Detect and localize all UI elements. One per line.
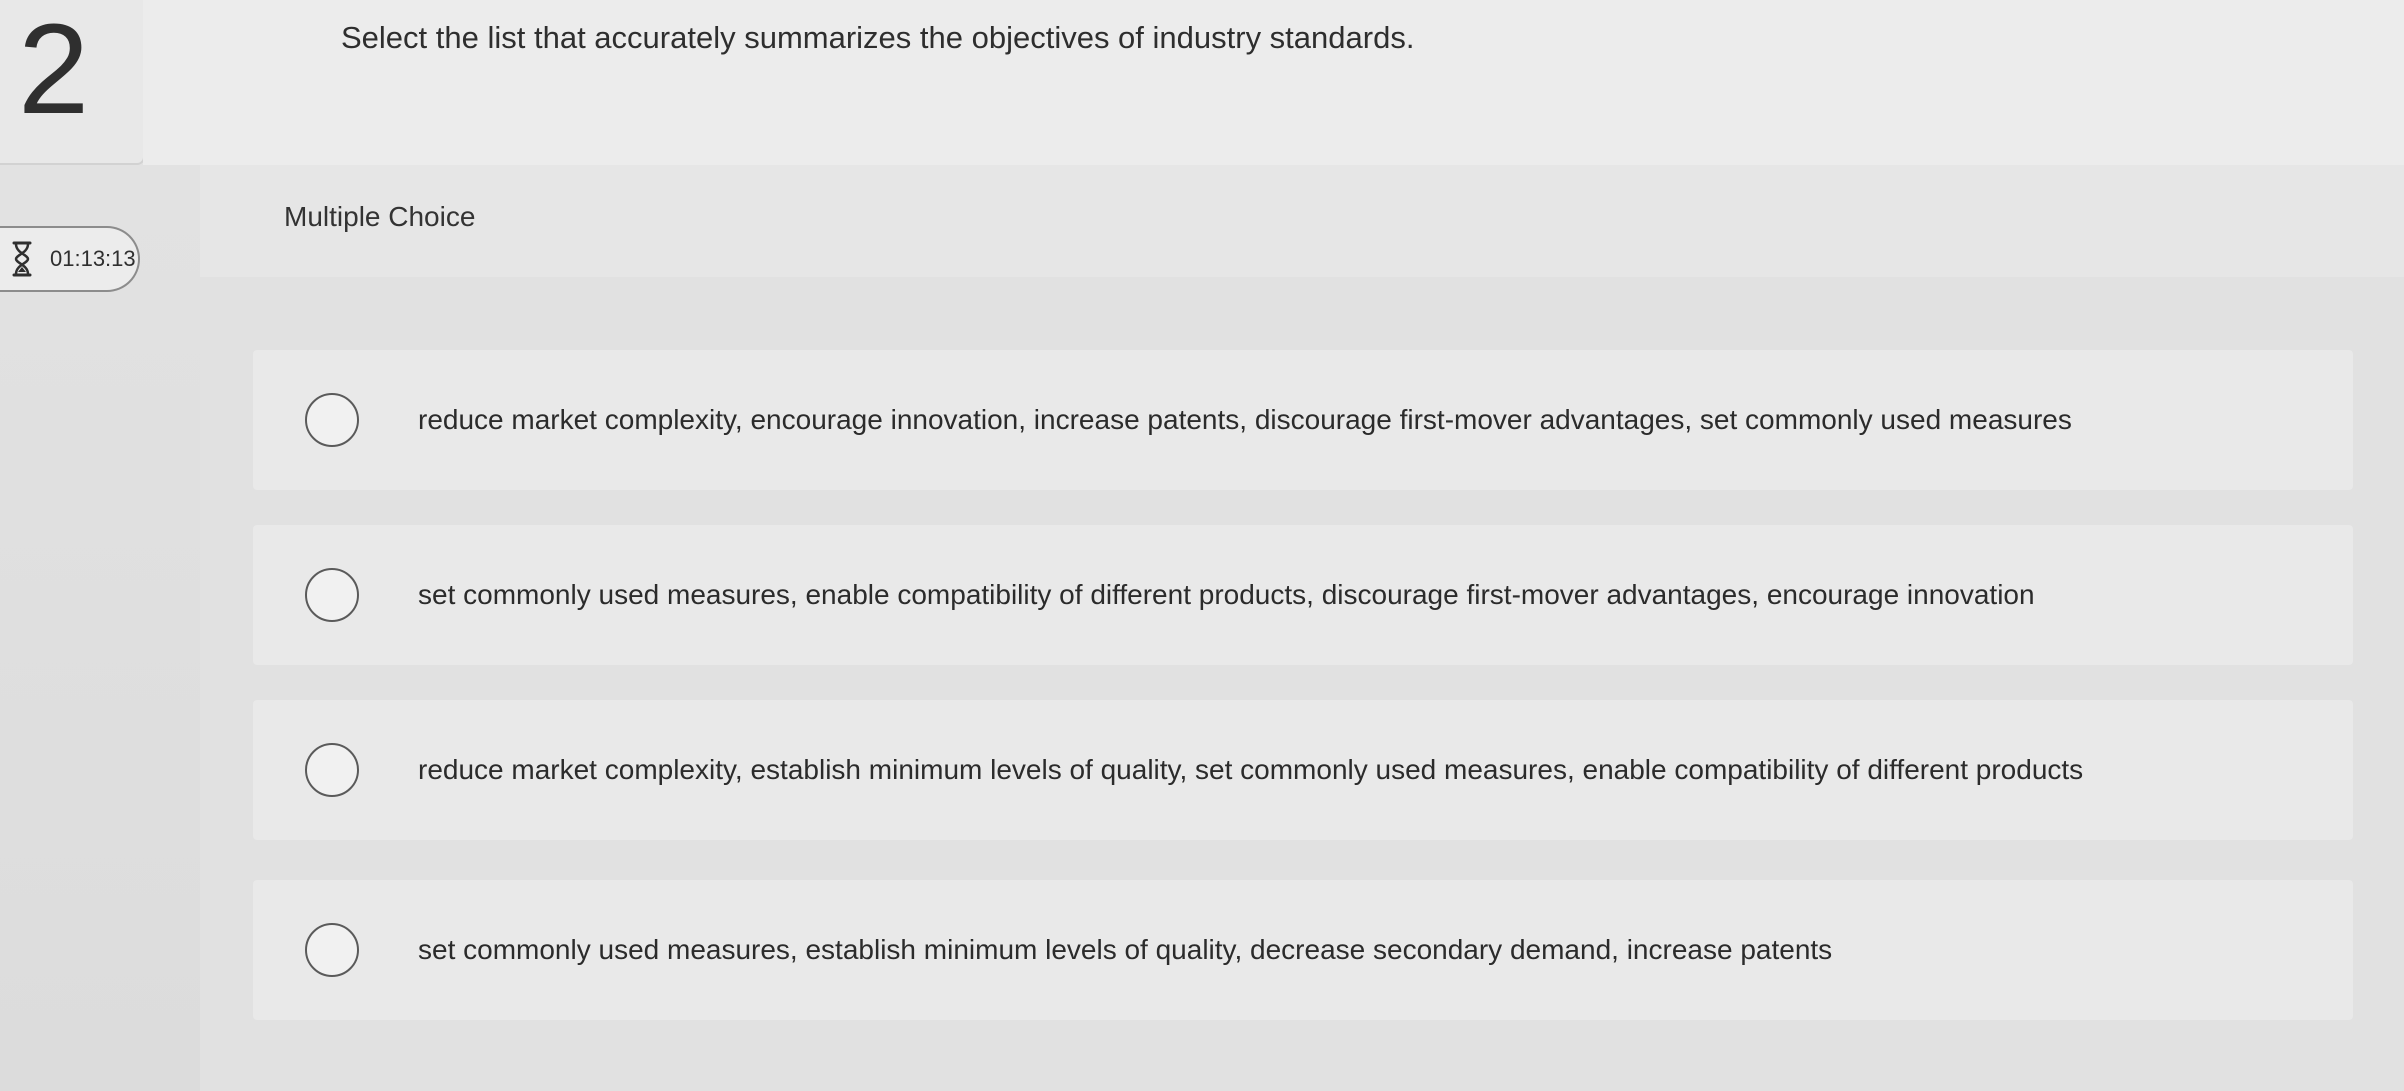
timer[interactable]: 01:13:13 <box>0 226 140 292</box>
radio-button[interactable] <box>305 743 359 797</box>
answer-option[interactable]: reduce market complexity, establish mini… <box>253 700 2353 840</box>
radio-button[interactable] <box>305 568 359 622</box>
answer-option[interactable]: set commonly used measures, enable compa… <box>253 525 2353 665</box>
timer-value: 01:13:13 <box>50 246 136 271</box>
question-type-label: Multiple Choice <box>284 201 476 232</box>
hourglass-icon <box>10 240 34 278</box>
question-type-bar <box>200 165 2404 277</box>
answer-option[interactable]: set commonly used measures, establish mi… <box>253 880 2353 1020</box>
radio-button[interactable] <box>305 393 359 447</box>
radio-button[interactable] <box>305 923 359 977</box>
answer-option-label[interactable]: set commonly used measures, enable compa… <box>418 579 2035 611</box>
question-number: 2 <box>18 0 90 141</box>
answer-option-label[interactable]: reduce market complexity, encourage inno… <box>418 404 2072 436</box>
question-header: Select the list that accurately summariz… <box>143 0 2404 165</box>
answer-option-label[interactable]: set commonly used measures, establish mi… <box>418 934 1832 966</box>
answer-option[interactable]: reduce market complexity, encourage inno… <box>253 350 2353 490</box>
answer-option-label[interactable]: reduce market complexity, establish mini… <box>418 754 2083 786</box>
question-number-box: 2 <box>0 0 145 165</box>
question-prompt: Select the list that accurately summariz… <box>341 20 1415 55</box>
